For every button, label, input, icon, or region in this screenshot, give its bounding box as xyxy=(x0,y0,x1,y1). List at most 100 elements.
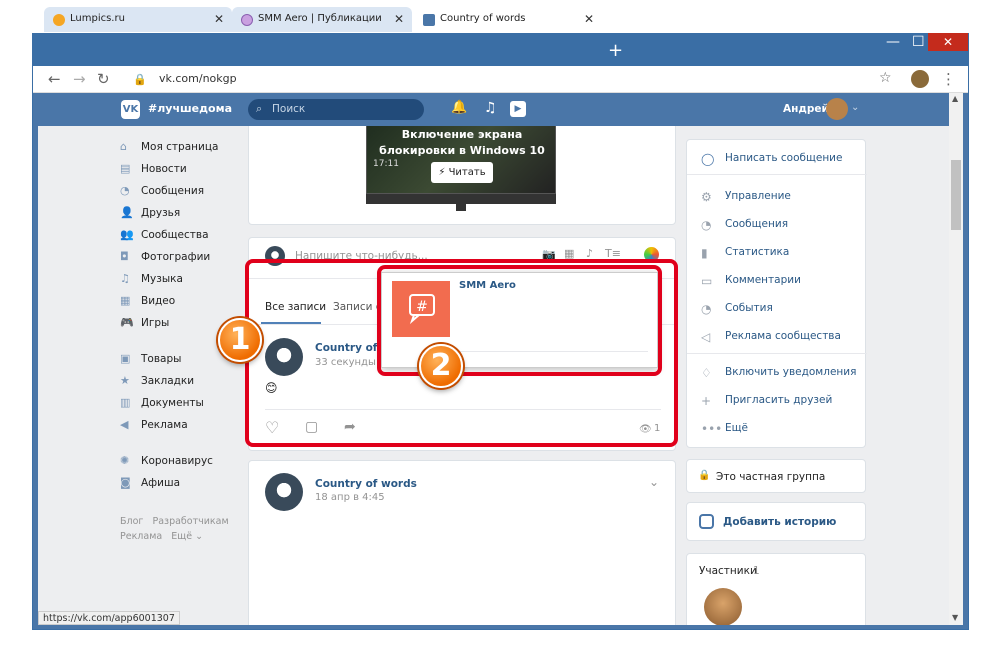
tab-lumpics[interactable]: Lumpics.ru ✕ xyxy=(44,7,232,32)
divider xyxy=(687,174,867,175)
windows-banner[interactable]: Включение экрана блокировки в Windows 10… xyxy=(366,126,556,194)
invite-friends-button[interactable]: + Пригласить друзей xyxy=(701,394,861,410)
scroll-up-icon[interactable]: ▲ xyxy=(952,94,958,103)
left-menu-label: Товары xyxy=(141,353,182,365)
forward-icon[interactable]: → xyxy=(73,70,86,88)
more-button[interactable]: ••• Ещё xyxy=(701,422,861,438)
community-menu-label: Сообщения xyxy=(725,218,789,230)
members-label[interactable]: Участники xyxy=(699,565,757,577)
scroll-down-icon[interactable]: ▼ xyxy=(952,613,958,622)
reload-icon[interactable]: ↻ xyxy=(97,70,110,88)
bookmark-star-icon[interactable]: ☆ xyxy=(879,70,892,86)
callout-2: 2 xyxy=(419,344,463,388)
left-menu-label: Сообщения xyxy=(141,185,205,197)
community-menu-label: События xyxy=(725,302,773,314)
new-tab-button[interactable]: + xyxy=(608,40,623,61)
left-menu-label: Игры xyxy=(141,317,170,329)
members-count: 1 xyxy=(753,565,760,577)
megaphone-icon: ◁ xyxy=(701,330,711,344)
post-author[interactable]: Country of words xyxy=(315,478,417,490)
message-icon: ◔ xyxy=(120,184,130,197)
left-menu-label: Видео xyxy=(141,295,176,307)
community-menu-item[interactable]: ◁ Реклама сообщества xyxy=(701,330,861,346)
callout-1: 1 xyxy=(218,318,262,362)
close-tab-icon[interactable]: ✕ xyxy=(394,12,404,26)
notifications-label: Включить уведомления xyxy=(725,366,857,378)
left-menu-label: Друзья xyxy=(141,207,181,219)
footer-dev-link[interactable]: Разработчикам xyxy=(152,516,228,527)
ads-icon: ◀ xyxy=(120,418,129,431)
scrollbar-thumb[interactable] xyxy=(951,160,961,230)
star-icon: ★ xyxy=(120,374,130,387)
hashtag-title[interactable]: #лучшедома xyxy=(148,102,232,115)
minimize-button[interactable]: — xyxy=(886,34,900,50)
dots-icon: ••• xyxy=(701,422,723,436)
vk-logo-icon[interactable]: VK xyxy=(121,100,140,119)
user-name[interactable]: Андрей xyxy=(783,103,829,115)
music-icon: ♫ xyxy=(120,272,130,285)
footer-ads-link[interactable]: Реклама xyxy=(120,531,162,542)
left-menu-label: Сообщества xyxy=(141,229,209,241)
document-icon: ▥ xyxy=(120,396,131,409)
community-menu-item[interactable]: ⚙ Управление xyxy=(701,190,861,206)
divider xyxy=(687,353,867,354)
menu-dots-icon[interactable]: ⋮ xyxy=(941,70,956,88)
community-menu-item[interactable]: ▮ Статистика xyxy=(701,246,861,262)
status-bar-url: https://vk.com/app6001307 xyxy=(38,611,180,625)
bell-icon[interactable]: 🔔 xyxy=(451,100,467,115)
left-menu-label: Музыка xyxy=(141,273,183,285)
add-user-icon: + xyxy=(701,394,712,408)
community-menu-label: Управление xyxy=(725,190,791,202)
camera-icon: ◘ xyxy=(120,250,129,263)
banner-time: 17:11 xyxy=(373,159,399,169)
community-menu-item[interactable]: ◔ Сообщения xyxy=(701,218,861,234)
play-icon[interactable]: ▶ xyxy=(510,101,526,117)
gear-icon: ⚙ xyxy=(701,190,712,204)
community-menu-item[interactable]: ▭ Комментарии xyxy=(701,274,861,290)
invite-label: Пригласить друзей xyxy=(725,394,833,406)
instagram-story-icon xyxy=(699,514,714,529)
left-menu-label: Документы xyxy=(141,397,204,409)
news-icon: ▤ xyxy=(120,162,131,175)
member-avatar[interactable] xyxy=(704,588,742,625)
profile-avatar[interactable] xyxy=(911,70,929,88)
lumpics-favicon-icon xyxy=(53,14,65,26)
tab-title: Lumpics.ru xyxy=(70,13,125,24)
lock-icon: 🔒 xyxy=(133,73,147,86)
close-tab-icon[interactable]: ✕ xyxy=(584,12,594,26)
back-icon[interactable]: ← xyxy=(48,70,61,88)
close-tab-icon[interactable]: ✕ xyxy=(214,12,224,26)
close-window-button[interactable]: ✕ xyxy=(928,33,968,51)
footer-more-link[interactable]: Ещё ⌄ xyxy=(171,531,203,542)
left-menu-label: Афиша xyxy=(141,477,181,489)
tab-bar xyxy=(33,34,968,66)
banner-stand xyxy=(366,194,556,204)
add-story-card[interactable]: Добавить историю xyxy=(686,502,866,541)
private-group-card: 🔒 Это частная группа xyxy=(686,459,866,493)
read-button[interactable]: ⚡ Читать xyxy=(431,162,493,183)
write-message-button[interactable]: ◯ Написать сообщение xyxy=(701,152,861,168)
tab-smm-aero[interactable]: SMM Aero | Публикации ✕ xyxy=(232,7,412,32)
video-icon: ▦ xyxy=(120,294,131,307)
tab-title: Country of words xyxy=(440,13,526,24)
tab-country-of-words[interactable]: Country of words ✕ xyxy=(414,7,602,32)
notifications-button[interactable]: ♢ Включить уведомления xyxy=(701,366,861,382)
user-avatar[interactable] xyxy=(826,98,848,120)
address-bar: ← → ↻ 🔒 vk.com/nokgp ☆ ⋮ xyxy=(33,66,968,93)
url-field[interactable]: vk.com/nokgp xyxy=(159,72,237,85)
friends-icon: 👤 xyxy=(120,206,134,219)
search-input[interactable]: ⌕ Поиск xyxy=(248,99,424,120)
games-icon: 🎮 xyxy=(120,316,134,329)
left-menu-label: Фотографии xyxy=(141,251,211,263)
chevron-down-icon[interactable]: ⌄ xyxy=(649,475,659,489)
maximize-button[interactable]: ☐ xyxy=(912,34,925,50)
chevron-down-icon[interactable]: ⌄ xyxy=(851,102,859,113)
community-menu-item[interactable]: ◔ События xyxy=(701,302,861,318)
music-icon[interactable]: ♫ xyxy=(484,100,497,116)
write-message-label: Написать сообщение xyxy=(725,152,843,164)
virus-icon: ✺ xyxy=(120,454,130,467)
footer-blog-link[interactable]: Блог xyxy=(120,516,143,527)
smm-favicon-icon xyxy=(241,14,253,26)
post-avatar[interactable] xyxy=(265,473,303,511)
post-time[interactable]: 18 апр в 4:45 xyxy=(315,492,385,503)
